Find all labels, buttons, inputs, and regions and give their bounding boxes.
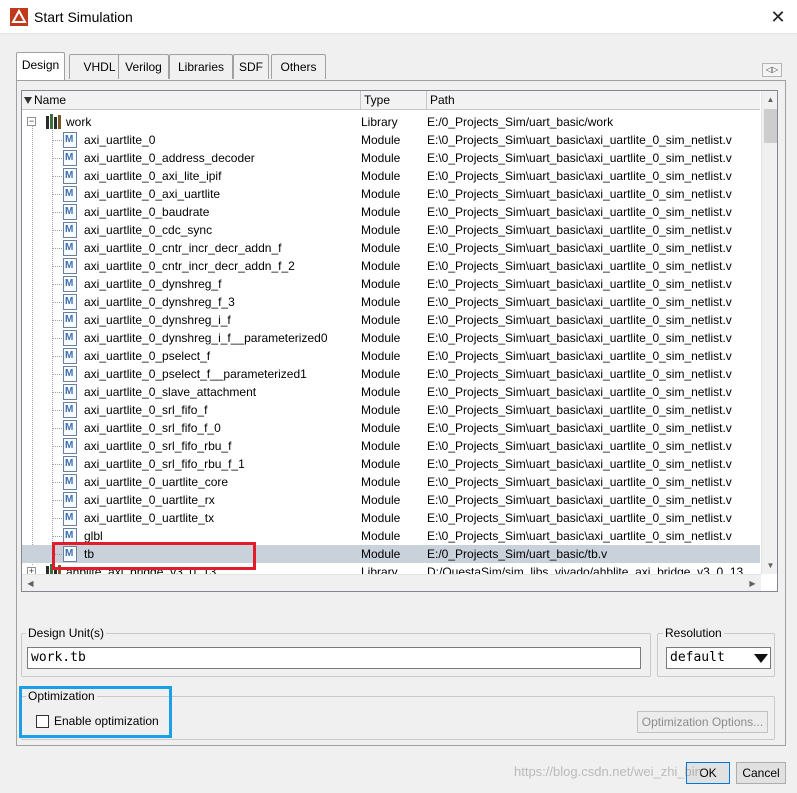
module-icon [63, 384, 77, 400]
dropdown-arrow-icon[interactable] [752, 648, 770, 668]
module-icon [63, 456, 77, 472]
module-icon [63, 420, 77, 436]
tree-row-module[interactable]: axi_uartlite_0_dynshreg_i_fModuleE:\0_Pr… [22, 311, 760, 329]
module-icon [63, 546, 77, 562]
optimization-options-button[interactable]: Optimization Options... [637, 711, 768, 733]
horizontal-scrollbar[interactable]: ◀ ▶ [22, 574, 761, 591]
module-icon [63, 528, 77, 544]
module-icon [63, 294, 77, 310]
tree-row-module[interactable]: axi_uartlite_0_pselect_f__parameterized1… [22, 365, 760, 383]
tree-row-module[interactable]: axi_uartlite_0_srl_fifo_rbu_f_1ModuleE:\… [22, 455, 760, 473]
module-icon [63, 330, 77, 346]
resolution-value: default [670, 650, 725, 665]
tree-row-library-work[interactable]: − work Library E:/0_Projects_Sim/uart_ba… [22, 113, 760, 131]
module-icon [63, 258, 77, 274]
tab-libraries[interactable]: Libraries [169, 54, 233, 79]
design-tree[interactable]: Name Type Path − work Library E:/0_Proje… [21, 90, 778, 592]
column-header-path[interactable]: Path [427, 91, 760, 110]
window-title: Start Simulation [34, 9, 133, 25]
tab-scroll-arrows[interactable]: ◁▷ [762, 63, 782, 77]
module-icon [63, 492, 77, 508]
tree-row-module[interactable]: glblModuleE:\0_Projects_Sim\uart_basic\a… [22, 527, 760, 545]
enable-optimization-checkbox[interactable] [36, 715, 49, 728]
tree-row-module[interactable]: axi_uartlite_0_srl_fifo_f_0ModuleE:\0_Pr… [22, 419, 760, 437]
row-path: E:/0_Projects_Sim/uart_basic/work [427, 115, 614, 129]
tree-row-module[interactable]: axi_uartlite_0_slave_attachmentModuleE:\… [22, 383, 760, 401]
module-icon [63, 366, 77, 382]
tree-row-module[interactable]: axi_uartlite_0_dynshreg_f_3ModuleE:\0_Pr… [22, 293, 760, 311]
questasim-app-icon [10, 8, 28, 26]
tree-row-module[interactable]: axi_uartlite_0_cntr_incr_decr_addn_f_2Mo… [22, 257, 760, 275]
module-icon [63, 150, 77, 166]
design-unit-label: Design Unit(s) [26, 626, 107, 640]
title-bar: Start Simulation ✕ [0, 0, 797, 34]
module-icon [63, 438, 77, 454]
scroll-right-icon[interactable]: ▶ [744, 575, 761, 591]
scroll-down-icon[interactable]: ▼ [762, 557, 777, 574]
column-header-type[interactable]: Type [361, 91, 427, 110]
design-unit-group: Design Unit(s) work.tb [21, 626, 651, 677]
tree-row-module[interactable]: axi_uartlite_0_axi_lite_ipifModuleE:\0_P… [22, 167, 760, 185]
module-icon [63, 186, 77, 202]
module-icon [63, 312, 77, 328]
row-name: work [66, 115, 92, 129]
tab-sdf[interactable]: SDF [233, 54, 269, 79]
optimization-label: Optimization [26, 689, 97, 703]
tree-row-module[interactable]: axi_uartlite_0_srl_fifo_rbu_fModuleE:\0_… [22, 437, 760, 455]
module-icon [63, 222, 77, 238]
tab-others[interactable]: Others [271, 54, 326, 79]
row-type: Library [361, 115, 398, 129]
enable-optimization-label: Enable optimization [54, 714, 159, 728]
tree-row-module[interactable]: axi_uartlite_0_dynshreg_fModuleE:\0_Proj… [22, 275, 760, 293]
module-icon [63, 276, 77, 292]
collapse-toggle-icon[interactable]: − [27, 117, 36, 126]
optimization-group: Optimization Enable optimization Optimiz… [21, 689, 775, 740]
vertical-scroll-thumb[interactable] [764, 109, 777, 143]
tree-row-module[interactable]: axi_uartlite_0_axi_uartliteModuleE:\0_Pr… [22, 185, 760, 203]
cancel-button[interactable]: Cancel [736, 762, 786, 784]
tree-row-module[interactable]: axi_uartlite_0_baudrateModuleE:\0_Projec… [22, 203, 760, 221]
module-icon [63, 168, 77, 184]
watermark-text: https://blog.csdn.net/wei_zhi_bin [514, 764, 702, 779]
tab-verilog[interactable]: Verilog [118, 54, 169, 79]
tab-design[interactable]: Design [16, 52, 65, 80]
tree-row-module[interactable]: axi_uartlite_0_pselect_fModuleE:\0_Proje… [22, 347, 760, 365]
column-header-name[interactable]: Name [22, 91, 361, 110]
resolution-group: Resolution default [657, 626, 775, 677]
scroll-left-icon[interactable]: ◀ [22, 575, 39, 591]
module-icon [63, 132, 77, 148]
tree-header: Name Type Path [22, 91, 760, 110]
tree-row-module[interactable]: axi_uartlite_0_srl_fifo_fModuleE:\0_Proj… [22, 401, 760, 419]
close-icon[interactable]: ✕ [766, 5, 790, 29]
module-icon [63, 240, 77, 256]
tree-row-module[interactable]: axi_uartlite_0_uartlite_rxModuleE:\0_Pro… [22, 491, 760, 509]
tree-row-module[interactable]: axi_uartlite_0_address_decoderModuleE:\0… [22, 149, 760, 167]
scroll-up-icon[interactable]: ▲ [762, 91, 777, 108]
module-icon [63, 204, 77, 220]
tree-row-module[interactable]: axi_uartlite_0_cntr_incr_decr_addn_fModu… [22, 239, 760, 257]
sort-arrow-icon [24, 97, 32, 104]
tree-row-module[interactable]: axi_uartlite_0_dynshreg_i_f__parameteriz… [22, 329, 760, 347]
module-icon [63, 474, 77, 490]
module-icon [63, 348, 77, 364]
resolution-label: Resolution [663, 626, 724, 640]
module-icon [63, 510, 77, 526]
tree-row-module-selected[interactable]: tbModuleE:/0_Projects_Sim/uart_basic/tb.… [22, 545, 760, 563]
library-icon [46, 114, 61, 129]
resolution-select[interactable]: default [666, 647, 771, 669]
module-icon [63, 402, 77, 418]
tree-row-module[interactable]: axi_uartlite_0_cdc_syncModuleE:\0_Projec… [22, 221, 760, 239]
tree-row-module[interactable]: axi_uartlite_0ModuleE:\0_Projects_Sim\ua… [22, 131, 760, 149]
tree-row-module[interactable]: axi_uartlite_0_uartlite_coreModuleE:\0_P… [22, 473, 760, 491]
vertical-scrollbar[interactable]: ▲ ▼ [761, 91, 777, 574]
tree-row-module[interactable]: axi_uartlite_0_uartlite_txModuleE:\0_Pro… [22, 509, 760, 527]
design-unit-input[interactable]: work.tb [27, 647, 641, 669]
